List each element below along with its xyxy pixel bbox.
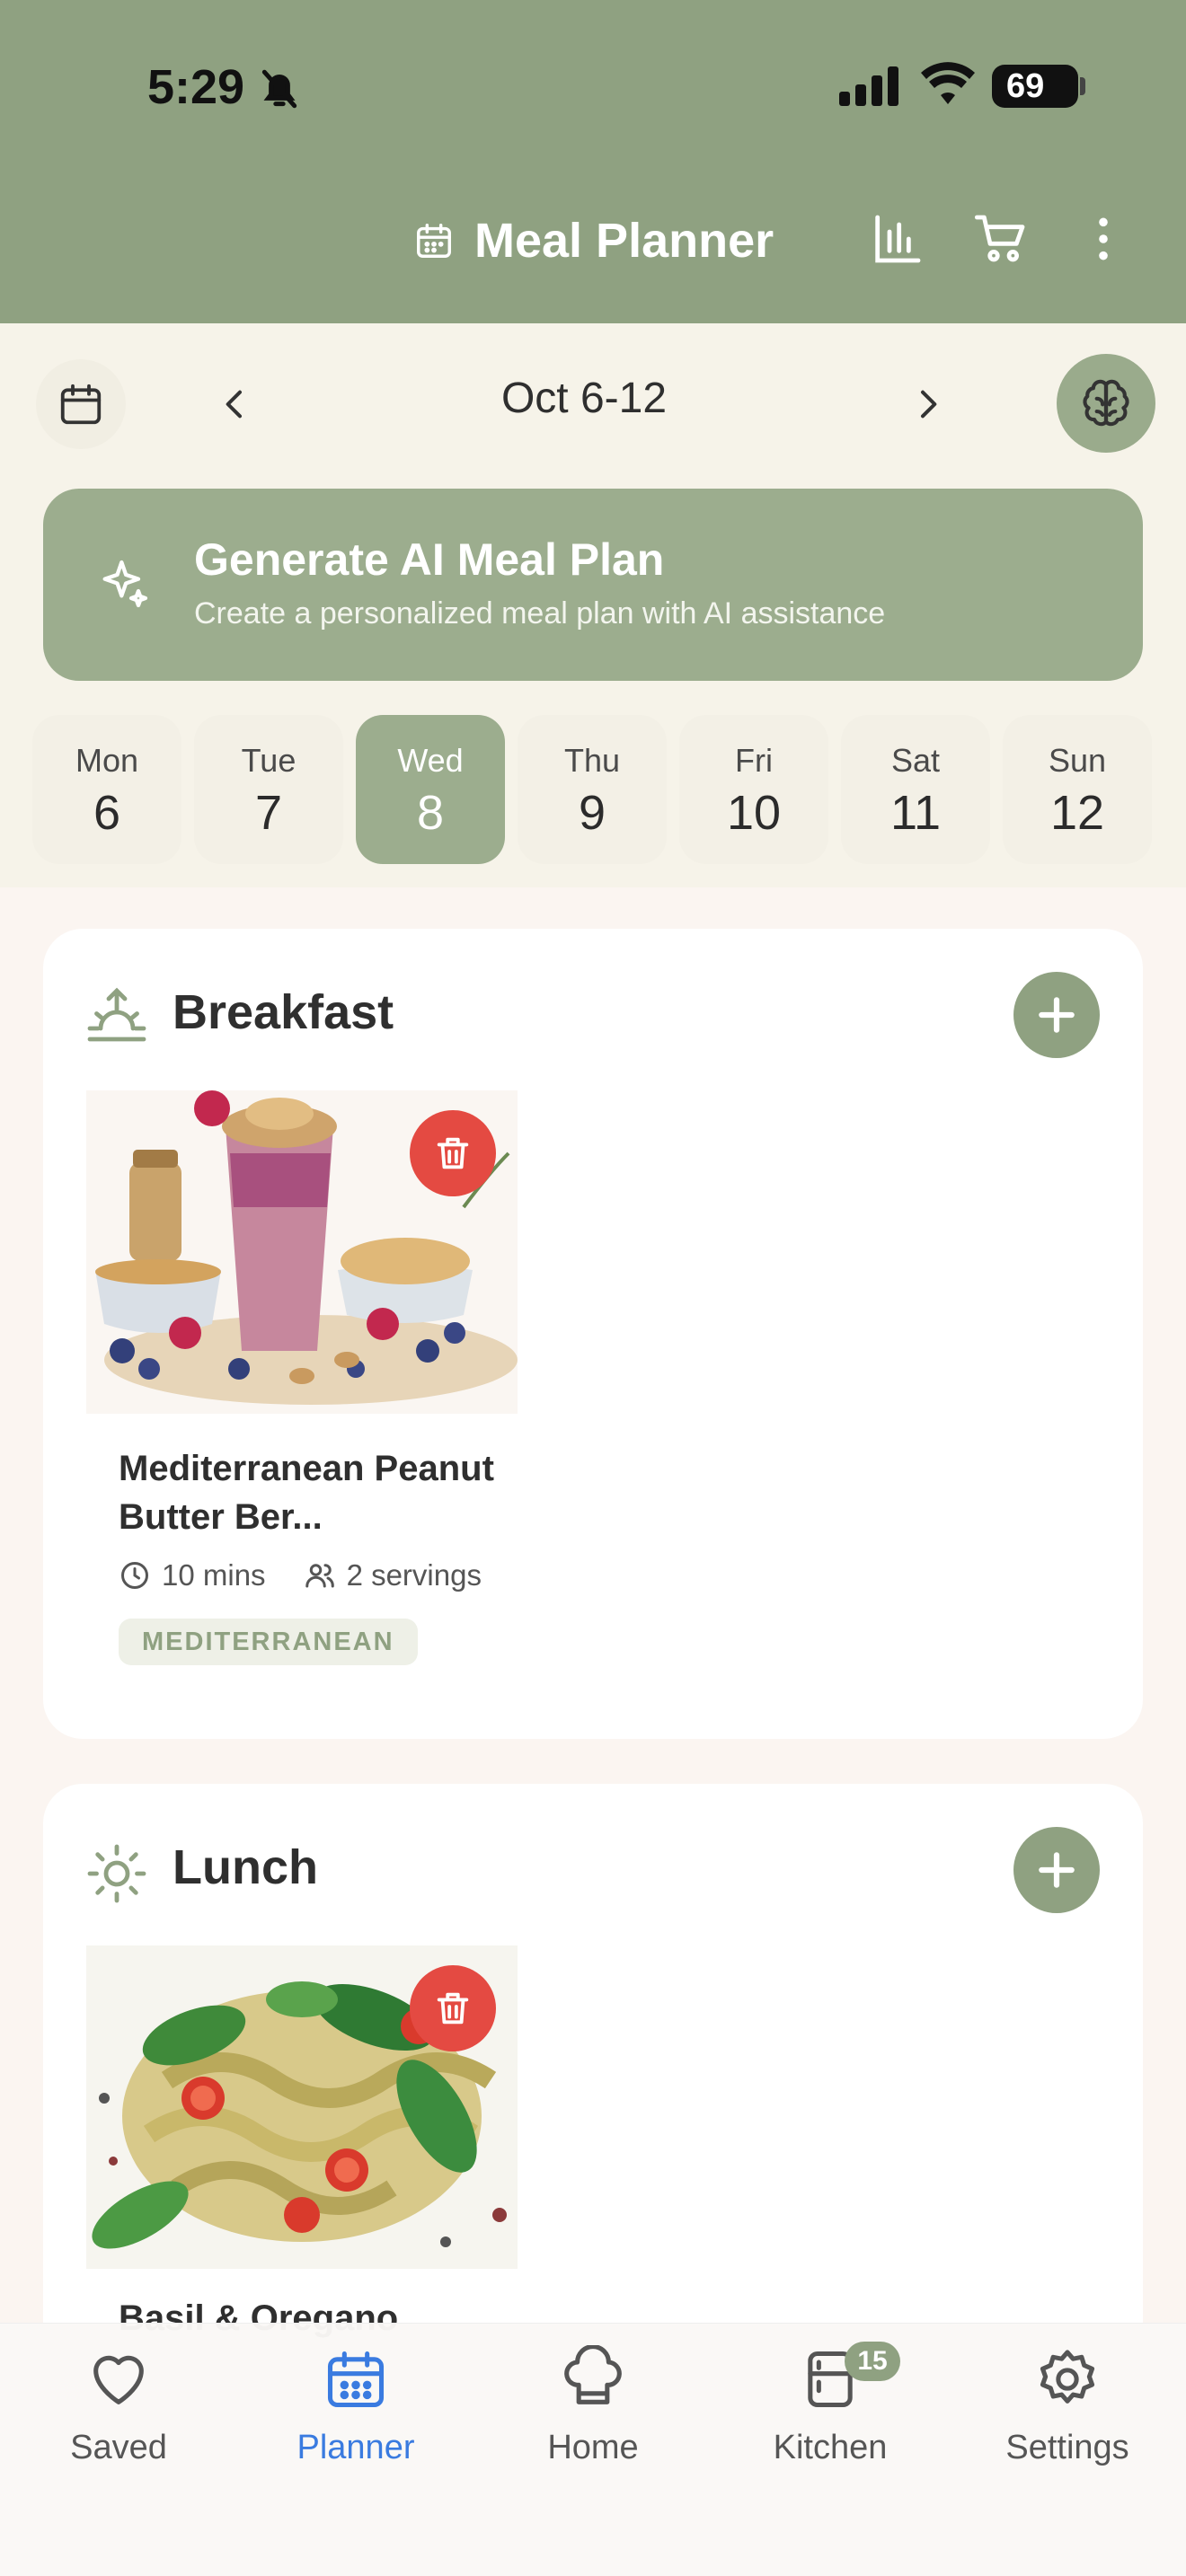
recipe-photo[interactable] (86, 1090, 518, 1414)
ai-banner-subtitle: Create a personalized meal plan with AI … (194, 596, 886, 631)
tab-label: Settings (1005, 2429, 1129, 2466)
chart-icon[interactable] (868, 210, 925, 268)
delete-recipe-button[interactable] (410, 1110, 496, 1196)
sunrise-icon (87, 987, 146, 1042)
add-breakfast-button[interactable] (1013, 972, 1100, 1058)
day-sun[interactable]: Sun 12 (1003, 715, 1152, 864)
day-tue[interactable]: Tue 7 (194, 715, 343, 864)
page-title: Meal Planner (474, 214, 774, 268)
ai-banner-title: Generate AI Meal Plan (194, 534, 665, 585)
tab-kitchen[interactable]: 15 Kitchen (722, 2342, 938, 2467)
more-icon[interactable] (1075, 210, 1132, 268)
recipe-meta: 10 mins 2 servings (119, 1556, 482, 1595)
brain-icon (1083, 379, 1129, 427)
chevron-left-icon (226, 390, 242, 419)
recipe-servings: 2 servings (346, 1558, 482, 1592)
page-title-group: Meal Planner (413, 208, 774, 273)
lunch-card: Lunch Basil & Oregano (43, 1784, 1143, 2413)
day-number: 11 (890, 786, 942, 840)
tab-label: Kitchen (773, 2429, 888, 2466)
clock-icon (121, 1562, 148, 1589)
status-time: 5:29 (147, 60, 245, 114)
day-number: 9 (578, 786, 606, 840)
app-header: 5:29 69 Meal Planner (0, 0, 1186, 323)
signal-icon (839, 66, 898, 106)
calendar-icon (417, 224, 451, 258)
day-name: Wed (397, 742, 464, 779)
day-number: 6 (93, 786, 121, 840)
breakfast-card: Breakfast Mediterranean Peanut Butter Be… (43, 929, 1143, 1739)
tab-home[interactable]: Home (485, 2344, 701, 2467)
chevron-right-icon (921, 390, 937, 419)
day-wed[interactable]: Wed 8 (356, 715, 505, 864)
plus-icon (1039, 997, 1075, 1033)
sparkle-icon (102, 560, 148, 608)
calendar-icon (327, 2351, 385, 2408)
bell-off-icon (261, 69, 297, 109)
battery-level: 69 (1006, 67, 1045, 105)
heart-icon (93, 2355, 144, 2404)
tab-label: Saved (70, 2429, 167, 2466)
chef-hat-icon (564, 2344, 622, 2404)
delete-recipe-button[interactable] (410, 1965, 496, 2051)
plus-icon (1039, 1852, 1075, 1888)
meal-title-lunch: Lunch (173, 1840, 318, 1894)
tab-saved[interactable]: Saved (11, 2345, 226, 2467)
battery-indicator: 69 (992, 65, 1085, 108)
users-icon (305, 1564, 334, 1588)
trash-icon (437, 1992, 469, 2025)
next-week-button[interactable] (891, 368, 963, 440)
add-lunch-button[interactable] (1013, 1827, 1100, 1913)
day-number: 7 (254, 786, 283, 840)
tab-planner[interactable]: Planner (248, 2345, 464, 2467)
day-thu[interactable]: Thu 9 (518, 715, 667, 864)
wifi-icon (921, 62, 975, 104)
day-name: Thu (563, 742, 621, 779)
day-name: Fri (735, 742, 773, 779)
recipe-name[interactable]: Mediterranean Peanut Butter Ber... (119, 1444, 514, 1541)
day-sat[interactable]: Sat 11 (841, 715, 990, 864)
cart-icon[interactable] (972, 210, 1030, 268)
cuisine-tag: MEDITERRANEAN (119, 1619, 418, 1665)
day-name: Mon (75, 742, 139, 779)
trash-icon (437, 1137, 469, 1169)
day-number: 10 (726, 786, 782, 840)
recipe-photo[interactable] (86, 1945, 518, 2269)
tab-settings[interactable]: Settings (960, 2345, 1175, 2467)
day-mon[interactable]: Mon 6 (32, 715, 181, 864)
tab-label: Planner (296, 2429, 415, 2466)
day-number: 8 (416, 786, 445, 840)
calendar-button[interactable] (36, 359, 126, 449)
calendar-icon (60, 384, 102, 425)
day-name: Sun (1048, 742, 1107, 779)
tab-label: Home (547, 2429, 639, 2466)
prev-week-button[interactable] (199, 368, 271, 440)
sun-icon (87, 1844, 146, 1903)
kitchen-badge: 15 (845, 2342, 900, 2381)
gear-icon (1040, 2350, 1095, 2404)
meal-title-breakfast: Breakfast (173, 985, 394, 1039)
day-name: Tue (241, 742, 296, 779)
day-number: 12 (1049, 786, 1105, 840)
ai-brain-button[interactable] (1057, 354, 1155, 453)
tab-bar: Saved Planner Home 15 Kitchen Settings (0, 2323, 1186, 2576)
day-fri[interactable]: Fri 10 (679, 715, 828, 864)
generate-ai-meal-plan-button[interactable]: Generate AI Meal Plan Create a personali… (43, 489, 1143, 681)
week-range-label: Oct 6-12 (500, 375, 668, 422)
recipe-time: 10 mins (162, 1558, 266, 1592)
day-name: Sat (890, 742, 941, 779)
